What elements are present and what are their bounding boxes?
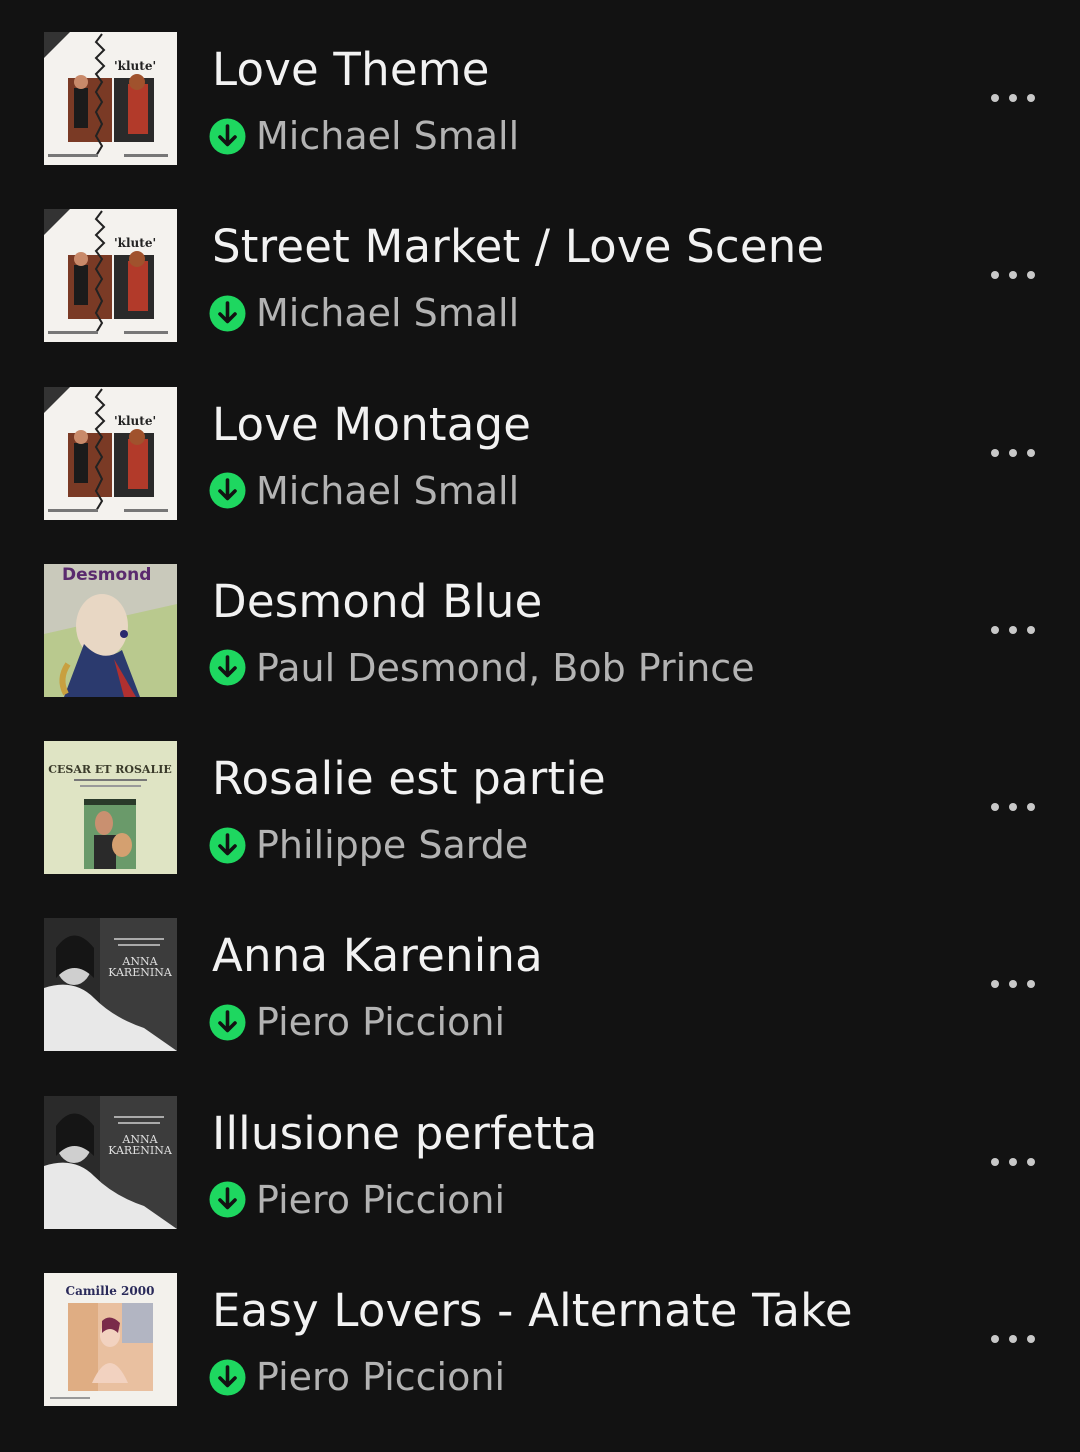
- more-options-button[interactable]: [980, 70, 1046, 126]
- track-artist: Piero Piccioni: [256, 1177, 506, 1222]
- track-subtitle: Michael Small: [209, 463, 519, 519]
- track-row[interactable]: ANNA KARENINA Anna Karenina Piero Piccio…: [0, 896, 1080, 1073]
- track-row[interactable]: Camille 2000 Easy Lovers - Alternate Tak…: [0, 1251, 1080, 1428]
- track-title: Love Montage: [212, 397, 532, 451]
- more-options-button[interactable]: [980, 425, 1046, 481]
- cover-text: Desmond: [62, 565, 151, 585]
- more-horizontal-icon: [991, 94, 1035, 102]
- track-title: Easy Lovers - Alternate Take: [212, 1284, 853, 1338]
- album-cover-karenina: ANNA KARENINA: [44, 918, 177, 1052]
- more-horizontal-icon: [991, 980, 1035, 989]
- track-artist: Michael Small: [256, 114, 520, 158]
- cover-text: CESAR ET ROSALIE: [48, 763, 171, 776]
- cover-text: Camille 2000: [66, 1284, 155, 1298]
- track-subtitle: Piero Piccioni: [209, 1172, 505, 1228]
- track-subtitle: Paul Desmond, Bob Prince: [209, 640, 755, 696]
- download-icon: [209, 118, 246, 155]
- track-row[interactable]: 'klute' Love Theme Michael Small: [0, 10, 1080, 187]
- download-icon: [209, 1004, 246, 1041]
- track-subtitle: Michael Small: [209, 285, 519, 341]
- more-horizontal-icon: [991, 625, 1035, 634]
- track-artist: Piero Piccioni: [256, 1000, 506, 1045]
- track-subtitle: Philippe Sarde: [209, 817, 528, 873]
- track-title: Illusione perfetta: [212, 1106, 598, 1160]
- more-options-button[interactable]: [980, 602, 1046, 658]
- album-cover-cesar: CESAR ET ROSALIE: [44, 741, 177, 875]
- more-horizontal-icon: [991, 271, 1035, 280]
- more-options-button[interactable]: [980, 247, 1046, 303]
- more-horizontal-icon: [991, 1335, 1035, 1344]
- track-title: Street Market / Love Scene: [212, 220, 825, 274]
- more-options-button[interactable]: [980, 956, 1046, 1012]
- track-subtitle: Piero Piccioni: [209, 994, 505, 1050]
- cover-text: KARENINA: [108, 1144, 173, 1157]
- download-icon: [209, 1359, 246, 1396]
- download-icon: [209, 827, 246, 864]
- track-row[interactable]: CESAR ET ROSALIE Rosalie est partie Phil…: [0, 719, 1080, 896]
- track-subtitle: Michael Small: [209, 108, 519, 164]
- track-title: Desmond Blue: [212, 574, 543, 628]
- track-list: 'klute' Love Theme Michael Small 'klute'…: [0, 10, 1080, 1428]
- track-artist: Michael Small: [256, 291, 520, 336]
- track-row[interactable]: 'klute' Street Market / Love Scene Micha…: [0, 187, 1080, 364]
- album-cover-klute: 'klute': [44, 209, 177, 343]
- track-row[interactable]: Desmond Desmond Blue Paul Desmond, Bob P…: [0, 542, 1080, 719]
- cover-text: 'klute': [114, 236, 156, 250]
- track-subtitle: Piero Piccioni: [209, 1349, 505, 1405]
- download-icon: [209, 295, 246, 332]
- cover-text: KARENINA: [108, 966, 173, 979]
- track-row[interactable]: 'klute' Love Montage Michael Small: [0, 365, 1080, 542]
- cover-text: 'klute': [114, 414, 156, 428]
- track-artist: Paul Desmond, Bob Prince: [256, 645, 755, 690]
- more-options-button[interactable]: [980, 779, 1046, 835]
- album-cover-klute: 'klute': [44, 386, 177, 520]
- track-title: Love Theme: [212, 43, 490, 96]
- download-icon: [209, 649, 246, 686]
- more-horizontal-icon: [991, 448, 1035, 457]
- track-artist: Michael Small: [256, 468, 520, 513]
- download-icon: [209, 472, 246, 509]
- track-title: Rosalie est partie: [212, 752, 606, 806]
- track-row[interactable]: ANNA KARENINA Illusione perfetta Piero P…: [0, 1074, 1080, 1251]
- more-options-button[interactable]: [980, 1134, 1046, 1190]
- more-options-button[interactable]: [980, 1311, 1046, 1367]
- track-artist: Piero Piccioni: [256, 1355, 506, 1400]
- download-icon: [209, 1181, 246, 1218]
- track-artist: Philippe Sarde: [256, 823, 529, 868]
- album-cover-camille: Camille 2000: [44, 1273, 177, 1407]
- album-cover-desmond: Desmond: [44, 563, 177, 697]
- more-horizontal-icon: [991, 1157, 1035, 1166]
- album-cover-klute: 'klute': [44, 32, 177, 165]
- album-cover-karenina: ANNA KARENINA: [44, 1095, 177, 1229]
- cover-text: 'klute': [114, 59, 156, 73]
- track-title: Anna Karenina: [212, 929, 543, 983]
- more-horizontal-icon: [991, 803, 1035, 812]
